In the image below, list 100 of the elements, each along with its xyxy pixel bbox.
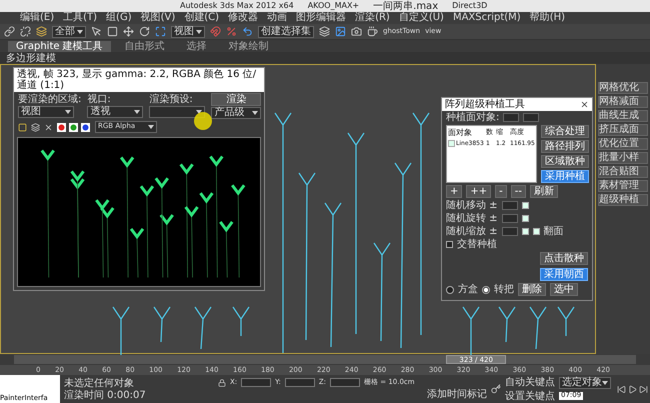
caret-icon xyxy=(148,125,154,129)
number-field[interactable] xyxy=(523,113,540,122)
ribbon-tab[interactable]: 对象绘制 xyxy=(220,40,277,52)
checkbox[interactable] xyxy=(522,228,529,235)
preset-dropdown[interactable] xyxy=(149,106,206,118)
tool-button[interactable]: 路径排列 xyxy=(540,140,589,153)
perspective-viewport[interactable] xyxy=(0,64,596,354)
region-dropdown[interactable]: 视图 xyxy=(18,106,74,118)
ribbon-tab[interactable]: 选择 xyxy=(178,40,215,52)
menu-item[interactable]: 渲染(R) xyxy=(355,12,390,24)
panel-button[interactable]: 选中 xyxy=(550,283,578,296)
render-button[interactable]: 渲染 xyxy=(211,93,262,106)
window-title: 透视, 帧 323, 显示 gamma: 2.2, RGBA 颜色 16 位/通道 (1:1) xyxy=(17,69,258,91)
coordinate-field[interactable] xyxy=(241,378,272,387)
move-icon[interactable] xyxy=(123,26,134,37)
command-button[interactable]: 网格优化 xyxy=(598,82,648,94)
next-frame-icon[interactable] xyxy=(639,384,648,394)
ribbon-tab[interactable]: 自由形式 xyxy=(116,40,173,52)
rotate-icon[interactable] xyxy=(139,26,150,37)
link-icon[interactable] xyxy=(4,26,15,37)
list-button[interactable]: -- xyxy=(510,185,526,198)
number-field[interactable] xyxy=(502,227,518,236)
refresh-button[interactable]: 刷新 xyxy=(530,185,558,198)
checkbox[interactable] xyxy=(532,228,540,235)
panel-button[interactable]: 删除 xyxy=(518,283,546,296)
field-label: 随机移动 ± xyxy=(446,200,498,211)
named-selection-field[interactable]: 创建选择集 xyxy=(258,26,314,38)
close-icon[interactable] xyxy=(580,100,589,109)
ribbon-tab[interactable]: Graphite 建模工具 xyxy=(8,40,111,52)
file-name: 一间两串.max xyxy=(373,0,438,12)
key-filter-dropdown[interactable]: 选定对象 xyxy=(559,376,611,388)
menu-item[interactable]: 组(G) xyxy=(106,12,132,24)
caret-icon xyxy=(134,110,140,114)
layer-manager-icon[interactable] xyxy=(319,26,330,37)
menu-item[interactable]: 动画 xyxy=(267,12,288,24)
reference-coordinate-dropdown[interactable]: 视图 xyxy=(171,26,205,38)
number-field[interactable] xyxy=(502,214,518,223)
menu-item[interactable]: 编辑(E) xyxy=(20,12,54,24)
menu-item[interactable]: 视图(V) xyxy=(140,12,176,24)
number-field[interactable] xyxy=(502,201,518,210)
list-button[interactable]: ++ xyxy=(466,185,492,198)
tool-button[interactable]: 综合处理 xyxy=(540,125,589,138)
select-region-icon[interactable] xyxy=(107,26,118,37)
command-button[interactable]: 优化位置 xyxy=(598,138,648,150)
field-label: 视口: xyxy=(87,94,112,105)
menu-item[interactable]: 图形编辑器 xyxy=(296,12,346,24)
command-button[interactable]: 素材管理 xyxy=(598,180,648,192)
selection-filter-dropdown[interactable]: 全部 xyxy=(52,26,86,38)
radio-button[interactable] xyxy=(446,286,454,294)
previous-frame-icon[interactable] xyxy=(617,384,626,394)
layers-icon[interactable] xyxy=(36,26,47,37)
coordinate-field[interactable] xyxy=(330,378,360,387)
renderer-name: Direct3D xyxy=(452,2,488,10)
menu-item[interactable]: 创建(C) xyxy=(184,12,220,24)
magnet-icon[interactable] xyxy=(210,26,221,37)
command-button[interactable]: 批量小样 xyxy=(598,152,648,164)
caret-icon xyxy=(196,30,202,34)
tool-button[interactable]: 区域散种 xyxy=(540,155,589,168)
command-button[interactable]: 混合贴图 xyxy=(598,166,648,178)
command-button[interactable]: 挤压成面 xyxy=(598,124,648,136)
action-button[interactable]: 点击散种 xyxy=(540,252,588,265)
checkbox[interactable] xyxy=(446,241,453,248)
list-button[interactable]: + xyxy=(446,185,462,198)
set-key-label[interactable]: 设置关键点 xyxy=(505,390,555,402)
tool-button[interactable]: 采用种植 xyxy=(540,170,589,183)
list-button[interactable]: - xyxy=(495,185,507,198)
percent-snap-icon[interactable] xyxy=(226,26,237,37)
number-field[interactable] xyxy=(503,113,520,122)
unlink-icon[interactable] xyxy=(20,26,31,37)
key-icon[interactable] xyxy=(491,384,501,394)
command-button[interactable]: 网格减面 xyxy=(598,96,648,108)
render-time: 渲染时间 0:00:07 xyxy=(64,390,147,400)
command-button[interactable]: 超级种植 xyxy=(598,194,648,206)
command-button[interactable]: 曲线生成 xyxy=(598,110,648,122)
menu-item[interactable]: MAXScript(M) xyxy=(452,12,521,24)
quality-dropdown[interactable]: 产品级 xyxy=(211,107,262,119)
checkbox[interactable] xyxy=(522,215,529,222)
column-header: 面对象 xyxy=(448,127,473,138)
menu-item[interactable]: 自定义(U) xyxy=(398,12,444,24)
radio-button[interactable] xyxy=(482,286,490,294)
menu-item[interactable]: 工具(T) xyxy=(63,12,98,24)
lock-icon[interactable] xyxy=(218,378,226,386)
menu-item[interactable]: 帮助(H) xyxy=(530,12,566,24)
project-name: AKOO_MAX+ xyxy=(308,2,360,10)
action-button[interactable]: 采用朝西 xyxy=(540,268,588,281)
viewport-dropdown[interactable]: 透视 xyxy=(87,106,144,118)
play-icon[interactable] xyxy=(628,384,637,394)
app-title: Autodesk 3ds Max 2012 x64 xyxy=(180,2,294,10)
caret-icon xyxy=(602,380,608,384)
material-editor-icon[interactable] xyxy=(335,26,346,37)
menu-item[interactable]: 修改器 xyxy=(228,12,258,24)
checkbox[interactable] xyxy=(522,202,529,209)
caret-icon xyxy=(196,110,202,114)
cursor-highlight xyxy=(194,112,212,130)
coordinate-field[interactable] xyxy=(284,378,315,387)
pointer-icon[interactable] xyxy=(91,26,102,37)
time-marker-label[interactable]: 添加时间标记 xyxy=(427,389,487,400)
auto-key-label[interactable]: 自动关键点 xyxy=(505,377,555,388)
color-channel-icons[interactable] xyxy=(57,122,91,132)
clear-icon[interactable] xyxy=(44,122,53,132)
